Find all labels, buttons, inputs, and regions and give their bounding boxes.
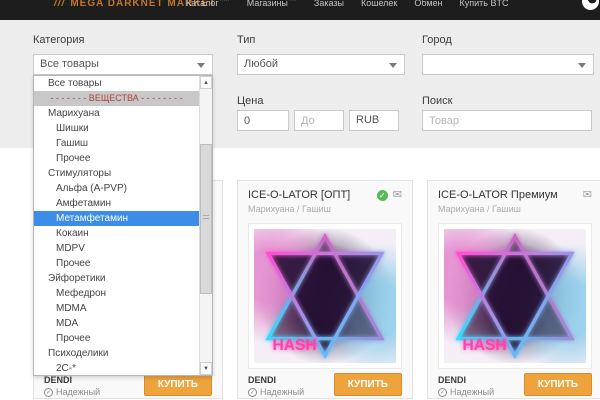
seller-name: DENDI <box>248 375 304 385</box>
category-label: Категория <box>33 34 84 46</box>
neon-triangle-art: HASH HASH <box>444 229 586 363</box>
dropdown-option[interactable]: Эйфоретики <box>34 271 199 286</box>
chevron-down-icon <box>389 63 397 68</box>
seller-name: DENDI <box>44 375 100 385</box>
dropdown-options: Все товары- - - - - - - ВЕЩЕСТВА - - - -… <box>34 76 199 375</box>
nav-catalog[interactable]: Каталог····· <box>186 0 230 8</box>
scrollbar-thumb[interactable] <box>200 144 212 294</box>
dropdown-option[interactable]: Мефедрон <box>34 286 199 301</box>
dropdown-option[interactable]: Все товары <box>34 76 199 91</box>
buy-button[interactable]: КУПИТЬ <box>144 373 212 396</box>
seller-status: Надежный <box>260 387 304 397</box>
nav-exchange[interactable]: Обмен <box>414 0 442 8</box>
nav-catalog-badge: ····· <box>220 0 230 4</box>
currency-select[interactable]: RUB <box>349 110 399 131</box>
trusted-icon: ✓ <box>248 388 257 397</box>
type-select[interactable]: Любой <box>237 54 405 75</box>
nav-shops-badge: ···· <box>289 0 297 4</box>
trusted-icon: ✓ <box>44 388 53 397</box>
product-title[interactable]: ICE-O-LATOR [ОПТ] <box>248 189 350 201</box>
dropdown-option[interactable]: MDPV <box>34 241 199 256</box>
type-label: Тип <box>237 34 255 46</box>
product-image[interactable]: HASH HASH <box>438 223 592 369</box>
chevron-down-icon <box>197 63 205 68</box>
dropdown-option[interactable]: Прочее <box>34 151 199 166</box>
dropdown-option[interactable]: Гашиш <box>34 136 199 151</box>
scroll-up-icon[interactable]: ▲ <box>200 76 212 89</box>
product-image[interactable]: HASH HASH <box>248 223 402 369</box>
nav-orders[interactable]: Заказы <box>314 0 344 8</box>
dropdown-option[interactable]: Марихуана <box>34 106 199 121</box>
buy-button[interactable]: КУПИТЬ <box>524 373 592 396</box>
category-select[interactable]: Все товары <box>33 54 213 75</box>
product-card: ICE-O-LATOR [ОПТ] ✓ ✉ Марихуана / Гашиш … <box>237 180 413 399</box>
envelope-icon[interactable]: ✉ <box>583 190 592 201</box>
logo-slashes-icon: /// <box>54 0 65 9</box>
seller-status: Надежный <box>56 387 100 397</box>
dropdown-option[interactable]: Прочее <box>34 256 199 271</box>
dropdown-option[interactable]: Шишки <box>34 121 199 136</box>
chevron-down-icon <box>578 63 586 68</box>
nav-buy-btc[interactable]: Купить BTC <box>459 0 508 8</box>
product-category: Марихуана / Гашиш <box>438 204 521 214</box>
product-title[interactable]: ICE-O-LATOR Премиум <box>438 189 558 201</box>
dropdown-option[interactable]: MDA <box>34 316 199 331</box>
dropdown-option: - - - - - - - ВЕЩЕСТВА - - - - - - - - <box>34 91 199 106</box>
search-input[interactable] <box>422 110 592 131</box>
top-navbar: ///MEGA DARKNET MARKET Каталог····· Мага… <box>0 0 600 20</box>
image-hash-text: HASH <box>272 337 316 354</box>
dropdown-option[interactable]: Амфетамин <box>34 196 199 211</box>
category-dropdown-list: Все товары- - - - - - - ВЕЩЕСТВА - - - -… <box>33 75 213 376</box>
price-from-input[interactable] <box>237 110 289 131</box>
neon-triangle-art: HASH HASH <box>254 229 396 363</box>
dropdown-scrollbar[interactable]: ▲ ▼ <box>199 76 212 375</box>
dropdown-option[interactable]: Метамфетамин <box>34 211 199 226</box>
top-menu: Каталог····· Магазины···· Заказы Кошелек… <box>186 0 508 8</box>
trusted-icon: ✓ <box>438 388 447 397</box>
dropdown-option[interactable]: Альфа (A-PVP) <box>34 181 199 196</box>
verified-check-icon: ✓ <box>377 190 388 201</box>
dropdown-option[interactable]: Кокаин <box>34 226 199 241</box>
city-label: Город <box>422 34 452 46</box>
nav-shops[interactable]: Магазины···· <box>247 0 297 8</box>
svg-text:HASH: HASH <box>462 337 506 354</box>
city-select[interactable] <box>422 54 594 75</box>
price-label: Цена <box>237 95 263 107</box>
dropdown-option[interactable]: Стимуляторы <box>34 166 199 181</box>
dropdown-option[interactable]: Психоделики <box>34 346 199 361</box>
dropdown-option[interactable]: 2C-* <box>34 361 199 375</box>
dropdown-option[interactable]: MDMA <box>34 301 199 316</box>
product-category: Марихуана / Гашиш <box>248 204 331 214</box>
price-to-input[interactable] <box>294 110 344 131</box>
user-avatar[interactable] <box>582 0 599 10</box>
buy-button[interactable]: КУПИТЬ <box>334 373 402 396</box>
product-card: ICE-O-LATOR Премиум ✉ Марихуана / Гашиш … <box>427 180 600 399</box>
dropdown-option[interactable]: Прочее <box>34 331 199 346</box>
seller-name: DENDI <box>438 375 494 385</box>
nav-wallet[interactable]: Кошелек <box>361 0 397 8</box>
seller-status: Надежный <box>450 387 494 397</box>
search-label: Поиск <box>422 95 452 107</box>
scroll-down-icon[interactable]: ▼ <box>200 362 212 375</box>
envelope-icon[interactable]: ✉ <box>393 190 402 201</box>
